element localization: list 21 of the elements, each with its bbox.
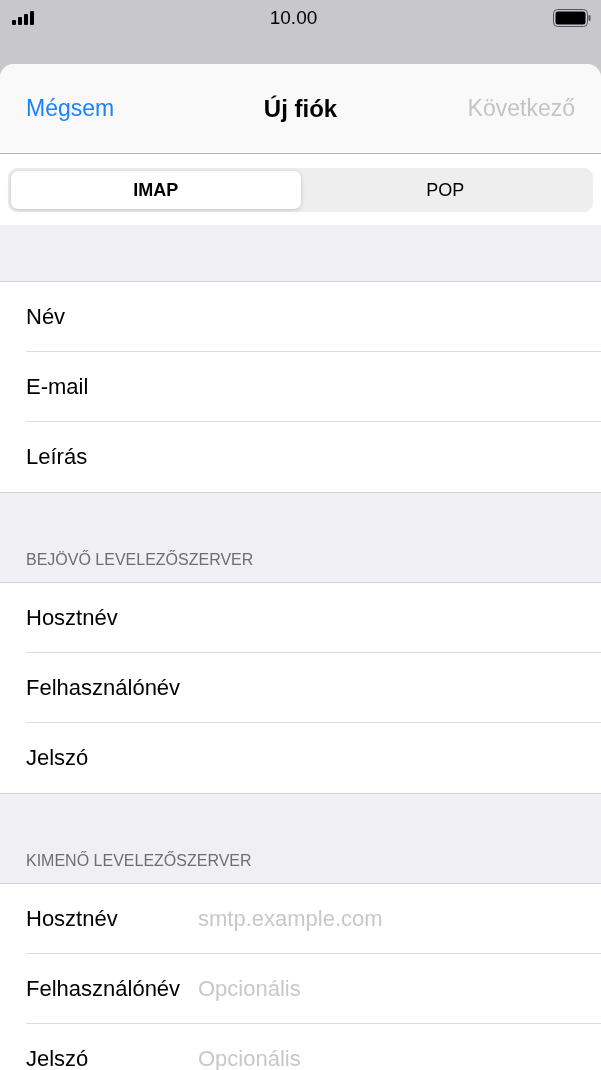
input-field[interactable]: smtp.example.com <box>198 905 601 932</box>
field-label: Leírás <box>26 444 89 470</box>
field-label: Jelszó <box>26 1046 90 1070</box>
status-time: 10.00 <box>269 7 318 29</box>
field-label: Név <box>26 303 67 330</box>
field-label: E-mail <box>26 373 90 400</box>
field-label: Felhasználónév <box>26 674 182 701</box>
segment-tab[interactable]: IMAP <box>11 171 301 209</box>
sheet-title: Új fiók <box>263 94 338 123</box>
signal-icon <box>12 11 34 25</box>
field-label: Hosztnév <box>26 905 119 932</box>
battery-icon <box>553 9 591 27</box>
section-header: BEJÖVŐ LEVELEZŐSZERVER <box>26 551 254 569</box>
input-field[interactable]: Opcionális <box>198 975 601 1002</box>
field-label: Jelszó <box>26 745 90 771</box>
input-field[interactable]: Opcionális <box>198 1046 601 1070</box>
field-label: Felhasználónév <box>26 975 182 1002</box>
section-header: KIMENŐ LEVELEZŐSZERVER <box>26 852 252 870</box>
cancel-button[interactable]: Mégsem <box>26 95 115 122</box>
field-label: Hosztnév <box>26 604 119 631</box>
segment-tab[interactable]: POP <box>300 171 590 209</box>
